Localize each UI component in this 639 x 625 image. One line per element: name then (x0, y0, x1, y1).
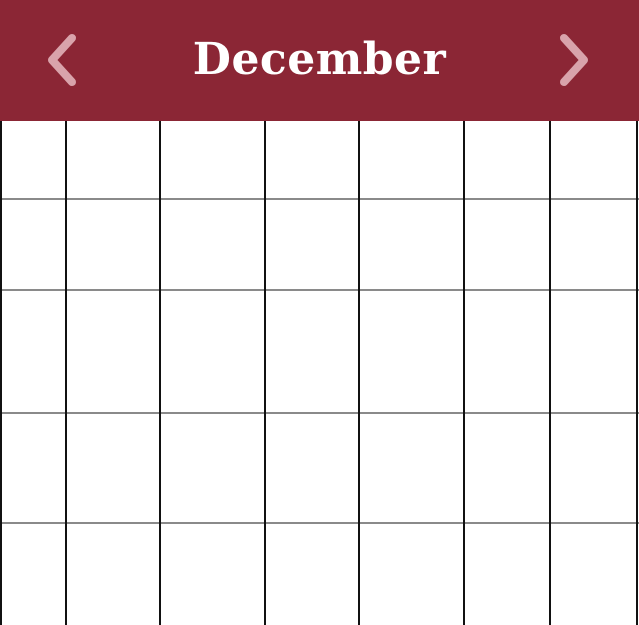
day-cell[interactable] (160, 290, 265, 413)
day-cell[interactable] (359, 413, 464, 523)
grid-column-divider (264, 121, 266, 625)
day-cell[interactable] (160, 121, 265, 199)
grid-column-divider (65, 121, 67, 625)
day-cell[interactable] (0, 523, 66, 625)
day-cell[interactable] (66, 413, 160, 523)
day-cell[interactable] (550, 413, 637, 523)
next-month-button[interactable] (552, 32, 592, 88)
grid-column-divider (159, 121, 161, 625)
grid-row-divider (0, 289, 639, 291)
day-cell[interactable] (550, 199, 637, 290)
day-cell[interactable] (66, 199, 160, 290)
chevron-right-icon (560, 34, 588, 86)
day-cell[interactable] (0, 199, 66, 290)
grid-column-divider (549, 121, 551, 625)
day-cell[interactable] (550, 290, 637, 413)
day-cell[interactable] (464, 199, 550, 290)
day-cell[interactable] (359, 121, 464, 199)
day-cell[interactable] (66, 523, 160, 625)
grid-column-divider (358, 121, 360, 625)
day-cell[interactable] (0, 413, 66, 523)
day-cell[interactable] (550, 121, 637, 199)
day-cell[interactable] (359, 199, 464, 290)
grid-row-divider (0, 522, 639, 524)
grid-row-divider (0, 198, 639, 200)
month-title: December (192, 34, 447, 85)
day-cell[interactable] (265, 413, 359, 523)
grid-column-divider (463, 121, 465, 625)
day-cell[interactable] (160, 199, 265, 290)
day-cell[interactable] (265, 290, 359, 413)
day-cell[interactable] (0, 290, 66, 413)
calendar-header: December (0, 0, 639, 121)
grid-column-divider (0, 121, 2, 625)
day-cell[interactable] (0, 121, 66, 199)
day-cell[interactable] (464, 523, 550, 625)
day-cell[interactable] (160, 413, 265, 523)
day-cell[interactable] (265, 523, 359, 625)
day-cell[interactable] (160, 523, 265, 625)
day-cell[interactable] (66, 290, 160, 413)
day-cell[interactable] (464, 290, 550, 413)
grid-column-divider (636, 121, 638, 625)
day-cell[interactable] (550, 523, 637, 625)
day-cell[interactable] (66, 121, 160, 199)
day-cell[interactable] (265, 199, 359, 290)
day-cell[interactable] (464, 121, 550, 199)
day-cell[interactable] (359, 523, 464, 625)
day-cell[interactable] (265, 121, 359, 199)
day-cell[interactable] (464, 413, 550, 523)
day-cell[interactable] (359, 290, 464, 413)
calendar-grid (0, 121, 639, 625)
grid-row-divider (0, 412, 639, 414)
